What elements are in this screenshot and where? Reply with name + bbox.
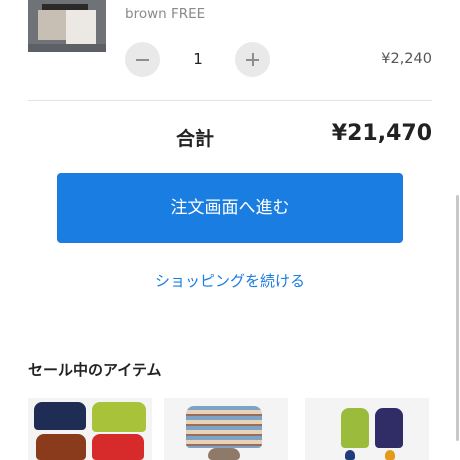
quantity-decrease-button[interactable] (125, 42, 160, 77)
sale-product-image-detail (208, 448, 240, 460)
quantity-value: 1 (193, 50, 203, 68)
quantity-increase-button[interactable] (235, 42, 270, 77)
sale-product-image-detail (385, 450, 395, 460)
cart-item-image-detail (28, 44, 106, 52)
sale-product-image-detail (34, 402, 86, 430)
sale-product-image[interactable] (28, 398, 152, 460)
divider (28, 100, 432, 101)
sale-product-image-detail (36, 434, 86, 460)
cart-item-price: ¥2,240 (381, 51, 432, 67)
sale-product-image[interactable] (164, 398, 288, 460)
continue-shopping-link[interactable]: ショッピングを続ける (0, 270, 460, 291)
minus-icon (136, 58, 149, 61)
sale-section-title: セール中のアイテム (28, 361, 162, 379)
checkout-button[interactable]: 注文画面へ進む (57, 173, 403, 243)
cart-item-image[interactable] (28, 0, 106, 52)
sale-product-image-detail (341, 408, 369, 448)
sale-product-image-detail (186, 406, 262, 448)
sale-product-image-detail (92, 434, 144, 460)
plus-icon-vertical (251, 53, 254, 66)
total-label: 合計 (176, 128, 215, 150)
cart-item-image-detail (66, 10, 96, 44)
sale-product-image[interactable] (305, 398, 429, 460)
scrollbar[interactable] (456, 195, 459, 441)
cart-item-variant: brown FREE (125, 6, 206, 22)
cart-item-image-detail (38, 10, 68, 40)
sale-product-image-detail (345, 450, 355, 460)
sale-product-image-detail (92, 402, 146, 432)
sale-product-image-detail (375, 408, 403, 448)
cart-page: brown FREE 1 ¥2,240 合計 ¥21,470 注文画面へ進む シ… (0, 0, 460, 460)
total-value: ¥21,470 (331, 121, 432, 146)
